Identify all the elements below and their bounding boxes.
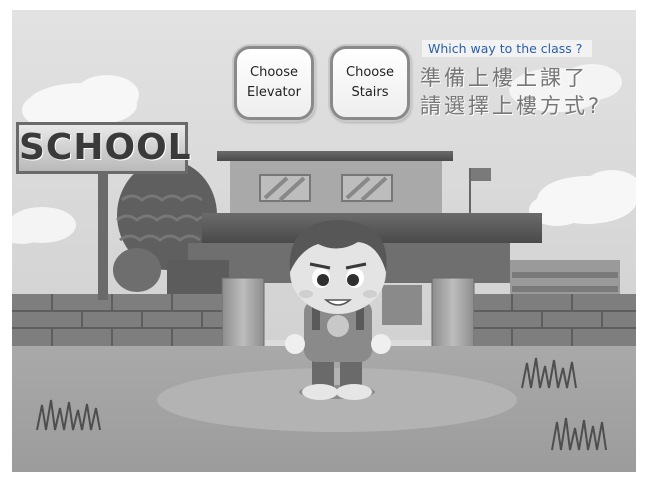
choose-elevator-line2: Elevator bbox=[247, 85, 301, 100]
choose-stairs-button[interactable]: Choose Stairs bbox=[330, 46, 410, 120]
sign-post bbox=[98, 174, 108, 300]
game-screen: SCHOOL Choose Elevator Choose Stairs Whi… bbox=[12, 10, 636, 472]
choose-stairs-line1: Choose bbox=[346, 65, 394, 80]
choose-elevator-line1: Choose bbox=[250, 65, 298, 80]
english-prompt: Which way to the class ? bbox=[422, 40, 593, 57]
choose-stairs-line2: Stairs bbox=[351, 85, 389, 100]
spotlight-circle bbox=[157, 368, 517, 432]
chinese-prompt-line2: 請選擇上樓方式? bbox=[420, 94, 603, 118]
chinese-prompt-line1: 準備上樓上課了 bbox=[420, 66, 588, 90]
choose-elevator-button[interactable]: Choose Elevator bbox=[234, 46, 314, 120]
school-sign: SCHOOL bbox=[16, 122, 191, 174]
